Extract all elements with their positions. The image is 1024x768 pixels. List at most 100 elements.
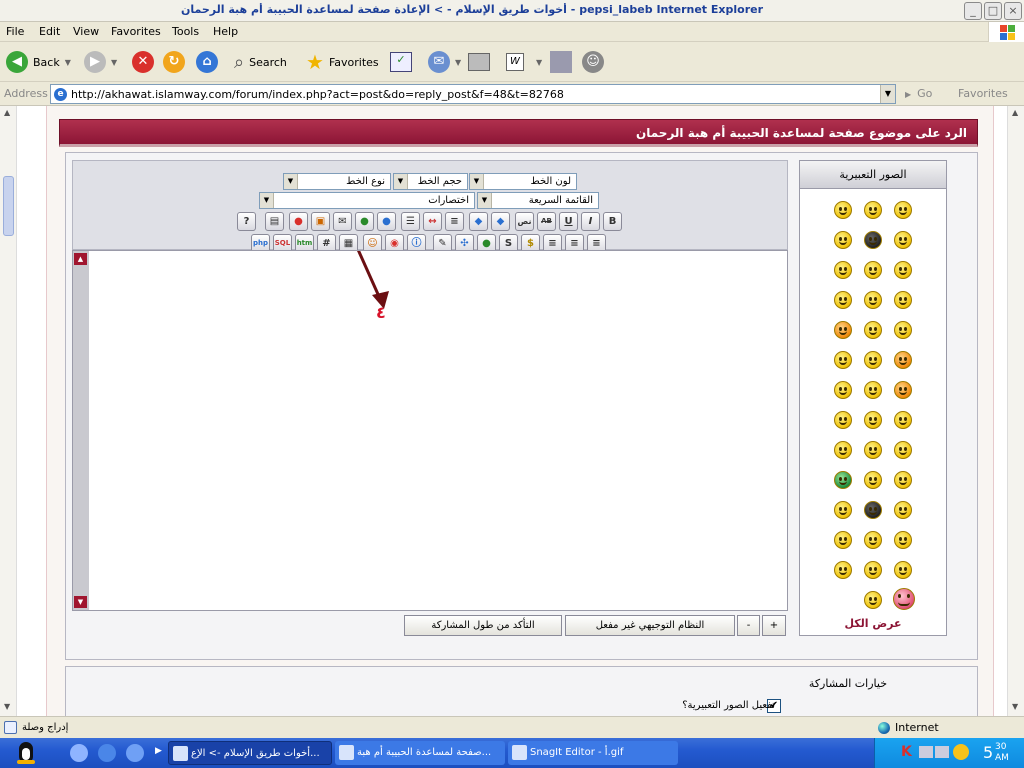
strike-button[interactable]: AB [537,212,556,231]
chevron-right-icon[interactable]: ▶ [155,746,162,756]
task-button-active[interactable]: أخوات طريق الإسلام -> الإع... [168,741,332,765]
rtl-button[interactable]: ◆ [469,212,488,231]
close-button[interactable]: × [1004,2,1022,20]
emoticon-icon[interactable] [864,381,882,399]
font-size-select[interactable]: ▼ حجم الخط [393,173,468,190]
emoticon-icon[interactable] [894,351,912,369]
scroll-down-icon[interactable]: ▼ [4,702,10,711]
emoticon-icon[interactable] [834,321,852,339]
quicklaunch-icon[interactable] [70,744,88,762]
align-button[interactable]: ≡ [445,212,464,231]
scroll-thumb[interactable] [3,176,14,236]
menu-help[interactable]: Help [213,25,238,38]
quick-list-select[interactable]: ▼ القائمة السريعة [477,192,599,209]
textarea-scrollbar[interactable]: ▲ ▼ [73,251,89,610]
quicklaunch-ie-icon[interactable] [98,744,116,762]
stop-button[interactable]: ✕ [132,50,154,74]
scroll-down-icon[interactable]: ▼ [1012,702,1018,711]
print-button[interactable] [468,50,490,74]
message-textarea[interactable]: ▲ ▼ ٤ [72,244,788,611]
emoticon-icon[interactable] [834,201,852,219]
mail-button[interactable]: ✉ ▼ [428,50,461,74]
plus-button[interactable]: + [762,615,786,636]
text-button[interactable]: نص [515,212,534,231]
emoticon-icon[interactable] [894,291,912,309]
emoticon-icon[interactable] [834,441,852,459]
emoticon-icon[interactable] [894,531,912,549]
emoticon-icon[interactable] [894,441,912,459]
menu-tools[interactable]: Tools [172,25,199,38]
check-length-button[interactable]: التأكد من طول المشاركة [404,615,562,636]
forward-button[interactable]: ▶ ▼ [84,50,117,74]
marquee-button[interactable]: ↔ [423,212,442,231]
favorites-link[interactable]: Favorites [958,87,1008,100]
emoticon-icon[interactable] [834,471,852,489]
search-button[interactable]: ⌕ Search [234,50,287,74]
email-button[interactable]: ✉ [333,212,352,231]
emoticon-icon[interactable] [864,291,882,309]
insert-link-button[interactable]: ● [355,212,374,231]
right-scrollbar[interactable]: ▲ ▼ [1007,106,1024,716]
address-input[interactable]: e http://akhawat.islamway.com/forum/inde… [50,84,896,104]
emoticon-icon[interactable] [864,231,882,249]
emoticon-icon[interactable] [834,561,852,579]
go-button[interactable]: ▶ Go [905,87,932,100]
flash-button[interactable]: ● [289,212,308,231]
bold-button[interactable]: B [603,212,622,231]
discuss-button[interactable] [550,50,572,74]
emoticon-icon[interactable] [864,561,882,579]
help-button[interactable]: ? [237,212,256,231]
image-button[interactable]: ▣ [311,212,330,231]
emoticon-icon[interactable] [894,261,912,279]
quicklaunch-icon[interactable] [126,744,144,762]
show-all-emoticons-link[interactable]: عرض الكل [800,617,946,630]
ltr-button[interactable]: ◆ [491,212,510,231]
scroll-up-icon[interactable]: ▲ [74,253,87,265]
emoticon-icon[interactable] [864,441,882,459]
emoticon-icon[interactable] [834,381,852,399]
email-link-button[interactable]: ● [377,212,396,231]
emoticon-icon[interactable] [894,201,912,219]
network-icon[interactable] [935,746,949,758]
emoticon-icon[interactable] [834,291,852,309]
quote-button[interactable]: ▤ [265,212,284,231]
emoticon-icon[interactable] [894,231,912,249]
emoticon-icon[interactable] [834,531,852,549]
history-button[interactable]: ✓ [390,50,412,74]
edit-button[interactable]: W ▼ [506,50,542,74]
emoticon-icon[interactable] [864,261,882,279]
emoticon-icon[interactable] [864,321,882,339]
shortcuts-select[interactable]: ▼ اختصارات [259,192,475,209]
emoticon-icon[interactable] [864,591,882,609]
emoticon-icon[interactable] [864,501,882,519]
scroll-down-icon[interactable]: ▼ [74,596,87,608]
font-type-select[interactable]: ▼ نوع الخط [283,173,391,190]
emoticon-icon[interactable] [894,381,912,399]
task-button[interactable]: SnagIt Editor - أ.gif [508,741,678,765]
underline-button[interactable]: U [559,212,578,231]
messenger-smile-icon[interactable] [953,744,969,760]
list-button[interactable]: ☰ [401,212,420,231]
emoticon-icon[interactable] [834,351,852,369]
maximize-button[interactable]: □ [984,2,1002,20]
emoticon-icon[interactable] [864,471,882,489]
emoticon-icon[interactable] [834,411,852,429]
emoticon-icon[interactable] [864,201,882,219]
emoticon-icon[interactable] [894,321,912,339]
menu-edit[interactable]: Edit [39,25,60,38]
emoticon-icon[interactable] [834,261,852,279]
messenger-button[interactable]: ☺ [582,50,604,74]
emoticon-icon[interactable] [894,471,912,489]
address-dropdown-button[interactable]: ▼ [880,85,895,103]
emoticon-icon[interactable] [894,411,912,429]
left-scrollbar[interactable]: ▲ ▼ [0,106,17,716]
menu-view[interactable]: View [73,25,99,38]
menu-file[interactable]: File [6,25,24,38]
scroll-up-icon[interactable]: ▲ [1012,108,1018,117]
network-icon[interactable] [919,746,933,758]
italic-button[interactable]: I [581,212,600,231]
minus-button[interactable]: - [737,615,760,636]
emoticon-icon[interactable] [834,501,852,519]
chevron-down-icon[interactable]: ▼ [536,58,542,67]
guided-mode-button[interactable]: النظام التوجيهي غير مفعل [565,615,735,636]
